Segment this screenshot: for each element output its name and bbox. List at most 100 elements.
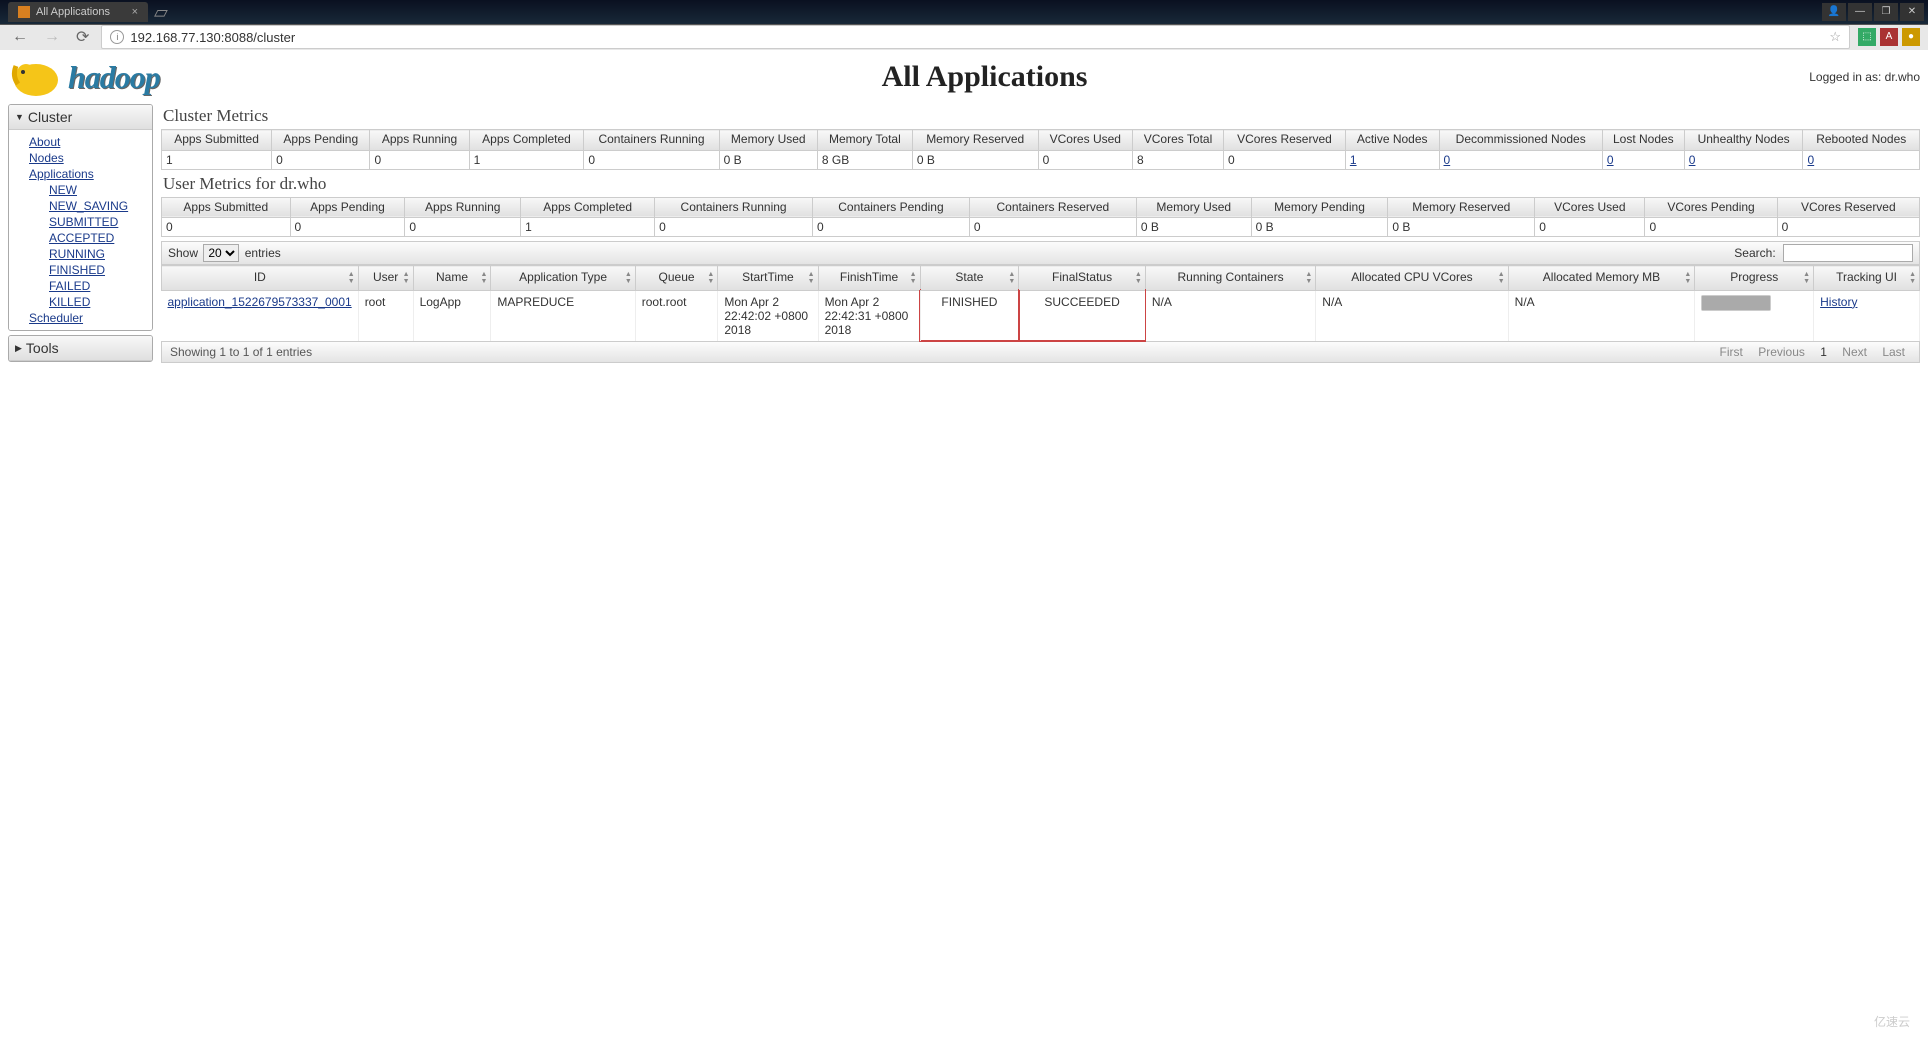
entries-select[interactable]: 20 [203, 244, 239, 262]
decom-nodes-link[interactable]: 0 [1444, 153, 1451, 167]
sidebar-link-running[interactable]: RUNNING [49, 246, 152, 262]
col-rebooted-nodes: Rebooted Nodes [1803, 130, 1920, 151]
cluster-header[interactable]: ▼ Cluster [9, 105, 152, 130]
rebooted-nodes-link[interactable]: 0 [1807, 153, 1814, 167]
sidebar-link-scheduler[interactable]: Scheduler [29, 310, 152, 326]
extension-icon-3[interactable]: ● [1902, 28, 1920, 46]
extension-icon-2[interactable]: A [1880, 28, 1898, 46]
col-queue[interactable]: Queue▲▼ [635, 266, 718, 291]
sort-icon: ▲▼ [480, 271, 487, 285]
site-info-icon[interactable]: i [110, 30, 124, 44]
col-apps-completed: Apps Completed [469, 130, 584, 151]
paginate-page-1[interactable]: 1 [1820, 345, 1827, 359]
watermark: 亿速云 [1874, 1013, 1910, 1030]
sort-icon: ▲▼ [707, 271, 714, 285]
minimize-button[interactable]: — [1848, 3, 1872, 21]
table-row: application_1522679573337_0001 root LogA… [162, 290, 1920, 341]
col-alloc-cpu[interactable]: Allocated CPU VCores▲▼ [1316, 266, 1508, 291]
search-input[interactable] [1783, 244, 1913, 262]
close-tab-icon[interactable]: × [132, 6, 138, 18]
col-apps-running: Apps Running [370, 130, 469, 151]
restore-button[interactable]: ❐ [1874, 3, 1898, 21]
page-title: All Applications [160, 60, 1809, 94]
user-metrics-title: User Metrics for dr.who [163, 174, 1920, 194]
col-state[interactable]: State▲▼ [920, 266, 1019, 291]
sidebar-link-accepted[interactable]: ACCEPTED [49, 230, 152, 246]
col-alloc-mem[interactable]: Allocated Memory MB▲▼ [1508, 266, 1695, 291]
col-name[interactable]: Name▲▼ [413, 266, 491, 291]
col-id[interactable]: ID▲▼ [162, 266, 359, 291]
sidebar-link-killed[interactable]: KILLED [49, 294, 152, 310]
sidebar-link-finished[interactable]: FINISHED [49, 262, 152, 278]
browser-toolbar-icons: ⬚ A ● [1858, 28, 1920, 46]
browser-tab[interactable]: All Applications × [8, 2, 148, 22]
hadoop-logo[interactable]: hadoop [8, 56, 160, 98]
col-tracking[interactable]: Tracking UI▲▼ [1814, 266, 1920, 291]
paginate-first[interactable]: First [1720, 345, 1743, 359]
application-id-link[interactable]: application_1522679573337_0001 [168, 295, 352, 309]
back-button[interactable]: ← [8, 28, 32, 46]
user-icon[interactable]: 👤 [1822, 3, 1846, 21]
hadoop-elephant-icon [8, 56, 64, 98]
col-start[interactable]: StartTime▲▼ [718, 266, 818, 291]
lost-nodes-link[interactable]: 0 [1607, 153, 1614, 167]
tracking-history-link[interactable]: History [1820, 295, 1857, 309]
chevron-down-icon: ▼ [15, 112, 24, 122]
sidebar-link-new[interactable]: NEW [49, 182, 152, 198]
col-user[interactable]: User▲▼ [358, 266, 413, 291]
sidebar-link-failed[interactable]: FAILED [49, 278, 152, 294]
reload-button[interactable]: ⟳ [72, 27, 93, 47]
sidebar-link-applications[interactable]: Applications [29, 166, 152, 182]
active-nodes-link[interactable]: 1 [1350, 153, 1357, 167]
sort-icon: ▲▼ [625, 271, 632, 285]
col-vcores-total: VCores Total [1133, 130, 1224, 151]
col-final-status[interactable]: FinalStatus▲▼ [1019, 266, 1145, 291]
tools-header[interactable]: ▶ Tools [9, 336, 152, 361]
sort-icon: ▲▼ [1135, 271, 1142, 285]
sort-icon: ▲▼ [403, 271, 410, 285]
url-input[interactable]: i 192.168.77.130:8088/cluster ☆ [101, 25, 1850, 49]
col-progress[interactable]: Progress▲▼ [1695, 266, 1814, 291]
entries-info: Showing 1 to 1 of 1 entries [170, 345, 312, 359]
chevron-right-icon: ▶ [15, 343, 22, 354]
sort-icon: ▲▼ [1803, 271, 1810, 285]
forward-button[interactable]: → [40, 28, 64, 46]
col-apps-pending: Apps Pending [272, 130, 370, 151]
paginate-previous[interactable]: Previous [1758, 345, 1805, 359]
col-lost-nodes: Lost Nodes [1602, 130, 1684, 151]
col-decom-nodes: Decommissioned Nodes [1439, 130, 1602, 151]
col-running-containers[interactable]: Running Containers▲▼ [1145, 266, 1315, 291]
cell-start: Mon Apr 2 22:42:02 +0800 2018 [718, 290, 818, 341]
sort-icon: ▲▼ [1498, 271, 1505, 285]
sidebar-link-nodes[interactable]: Nodes [29, 150, 152, 166]
tab-bar: All Applications × ▱ 👤 — ❐ ✕ [0, 0, 1928, 24]
unhealthy-nodes-link[interactable]: 0 [1689, 153, 1696, 167]
browser-chrome: All Applications × ▱ 👤 — ❐ ✕ ← → ⟳ i 192… [0, 0, 1928, 50]
col-memory-used: Memory Used [719, 130, 817, 151]
sort-icon: ▲▼ [348, 271, 355, 285]
close-window-button[interactable]: ✕ [1900, 3, 1924, 21]
table-row: 1 0 0 1 0 0 B 8 GB 0 B 0 8 0 1 0 0 0 0 [162, 150, 1920, 169]
paginate-next[interactable]: Next [1842, 345, 1867, 359]
sidebar-link-about[interactable]: About [29, 134, 152, 150]
col-finish[interactable]: FinishTime▲▼ [818, 266, 920, 291]
page-header: hadoop All Applications Logged in as: dr… [8, 56, 1920, 98]
cell-running-containers: N/A [1145, 290, 1315, 341]
table-header-row: ID▲▼ User▲▼ Name▲▼ Application Type▲▼ Qu… [162, 266, 1920, 291]
col-apps-submitted: Apps Submitted [162, 130, 272, 151]
extension-icon-1[interactable]: ⬚ [1858, 28, 1876, 46]
bookmark-star-icon[interactable]: ☆ [1829, 29, 1841, 45]
cluster-metrics-title: Cluster Metrics [163, 106, 1920, 126]
address-bar: ← → ⟳ i 192.168.77.130:8088/cluster ☆ ⬚ … [0, 24, 1928, 50]
col-app-type[interactable]: Application Type▲▼ [491, 266, 635, 291]
page-content: hadoop All Applications Logged in as: dr… [0, 50, 1928, 372]
paginate-last[interactable]: Last [1882, 345, 1905, 359]
col-vcores-reserved: VCores Reserved [1224, 130, 1346, 151]
sidebar-link-new-saving[interactable]: NEW_SAVING [49, 198, 152, 214]
new-tab-button[interactable]: ▱ [154, 3, 168, 21]
sidebar-link-submitted[interactable]: SUBMITTED [49, 214, 152, 230]
user-metrics-table: Apps Submitted Apps Pending Apps Running… [161, 197, 1920, 238]
applications-table: ID▲▼ User▲▼ Name▲▼ Application Type▲▼ Qu… [161, 265, 1920, 341]
window-controls: 👤 — ❐ ✕ [1822, 3, 1928, 21]
sort-icon: ▲▼ [1305, 271, 1312, 285]
